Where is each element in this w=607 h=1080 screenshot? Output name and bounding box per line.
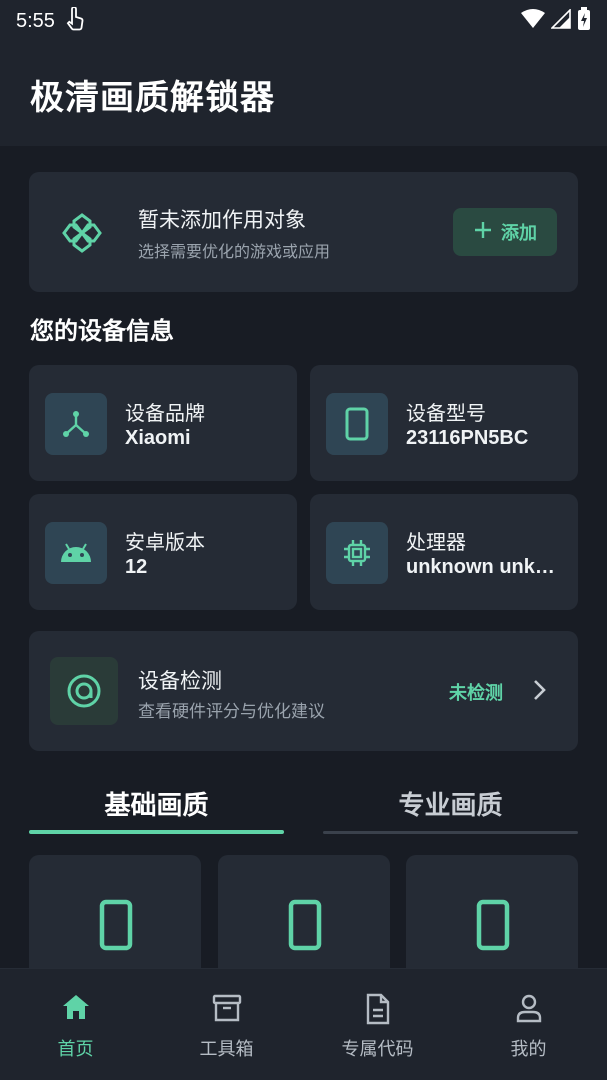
device-section-title: 您的设备信息 — [30, 317, 174, 345]
target-title: 暂未添加作用对象 — [138, 208, 306, 232]
phone-icon — [326, 393, 388, 455]
signal-icon — [550, 8, 571, 33]
detect-title: 设备检测 — [138, 669, 222, 693]
plus-icon — [473, 220, 493, 245]
quality-option-card[interactable] — [406, 855, 578, 985]
bottom-navigation: 首页 工具箱 专属代码 我的 — [0, 968, 607, 1080]
nav-exclusive-code-label: 专属代码 — [341, 1039, 414, 1060]
add-button[interactable]: 添加 — [453, 208, 557, 256]
device-brand-value: Xiaomi — [125, 427, 191, 449]
tab-pro-quality[interactable]: 专业画质 — [323, 770, 578, 836]
scan-icon — [50, 657, 118, 725]
detect-subtitle: 查看硬件评分与优化建议 — [138, 702, 325, 722]
quality-option-card[interactable] — [29, 855, 201, 985]
app-title: 极清画质解锁器 — [30, 77, 275, 118]
brand-icon — [45, 393, 107, 455]
nav-toolbox[interactable]: 工具箱 — [151, 969, 302, 1080]
nav-profile-label: 我的 — [510, 1039, 547, 1060]
phone-icon — [99, 899, 133, 955]
tab-indicator-active — [29, 830, 284, 834]
touch-icon — [65, 6, 85, 35]
phone-icon — [288, 899, 322, 955]
phone-icon — [476, 899, 510, 955]
target-subtitle: 选择需要优化的游戏或应用 — [138, 242, 331, 261]
battery-charging-icon — [577, 7, 591, 35]
chevron-right-icon — [529, 677, 549, 707]
nav-exclusive-code[interactable]: 专属代码 — [302, 969, 453, 1080]
detect-status: 未检测 — [449, 683, 503, 704]
device-model-value: 23116PN5BC — [406, 427, 529, 449]
nav-home[interactable]: 首页 — [0, 969, 151, 1080]
processor-label: 处理器 — [406, 530, 466, 554]
android-version-card: 安卓版本 12 — [29, 494, 297, 610]
status-time: 5:55 — [16, 9, 55, 32]
home-icon — [0, 993, 151, 1021]
device-brand-card: 设备品牌 Xiaomi — [29, 365, 297, 481]
nav-home-label: 首页 — [57, 1039, 94, 1060]
quality-option-card[interactable] — [218, 855, 390, 985]
device-model-label: 设备型号 — [406, 401, 486, 425]
nav-toolbox-label: 工具箱 — [199, 1039, 254, 1060]
chip-icon — [326, 522, 388, 584]
device-brand-label: 设备品牌 — [125, 401, 205, 425]
nav-profile[interactable]: 我的 — [453, 969, 604, 1080]
android-version-value: 12 — [125, 556, 148, 578]
archive-icon — [151, 993, 302, 1023]
device-detect-card[interactable]: 设备检测 查看硬件评分与优化建议 未检测 — [29, 631, 578, 751]
person-icon — [453, 993, 604, 1023]
tab-basic-quality[interactable]: 基础画质 — [29, 770, 284, 836]
document-icon — [302, 993, 453, 1025]
app-header: 极清画质解锁器 — [0, 42, 607, 146]
device-model-card: 设备型号 23116PN5BC — [310, 365, 578, 481]
tab-indicator-inactive — [323, 831, 578, 834]
wifi-icon — [521, 9, 545, 33]
processor-card: 处理器 unknown unknown — [310, 494, 578, 610]
android-version-label: 安卓版本 — [125, 530, 205, 554]
gamepad-icon — [61, 212, 103, 258]
target-app-card[interactable]: 暂未添加作用对象 选择需要优化的游戏或应用 添加 — [29, 172, 578, 292]
add-button-label: 添加 — [501, 223, 537, 244]
processor-value: unknown unknown — [406, 556, 561, 578]
quality-tabs: 基础画质 专业画质 — [29, 770, 578, 836]
status-bar: 5:55 — [0, 0, 607, 42]
android-icon — [45, 522, 107, 584]
